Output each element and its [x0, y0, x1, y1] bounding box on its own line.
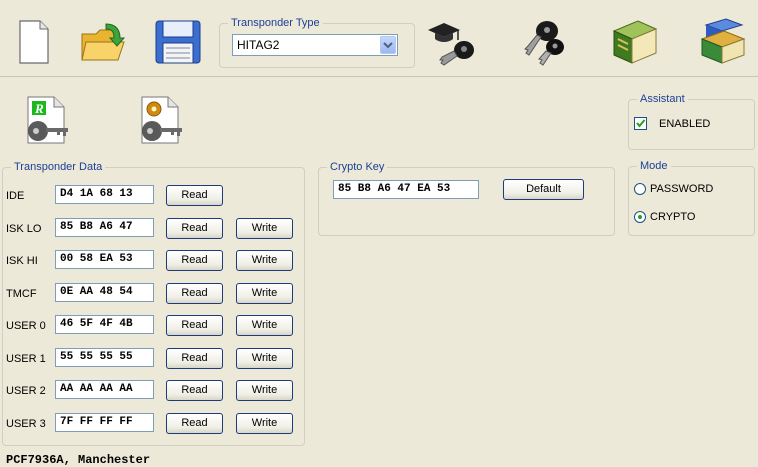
- isk-lo-read-button[interactable]: Read: [166, 218, 223, 239]
- row-label-isk-lo: ISK LO: [6, 223, 42, 235]
- transponder-data-title: Transponder Data: [11, 161, 106, 174]
- crypto-key-field[interactable]: 85 B8 A6 47 EA 53: [333, 180, 479, 199]
- user-0-write-button[interactable]: Write: [236, 315, 293, 336]
- isk-lo-write-button[interactable]: Write: [236, 218, 293, 239]
- ide-field[interactable]: D4 1A 68 13: [55, 185, 154, 204]
- assistant-enabled-checkbox[interactable]: [634, 117, 647, 130]
- transponder-type-value: HITAG2: [237, 38, 280, 52]
- row-label-ide: IDE: [6, 190, 25, 202]
- user-0-read-button[interactable]: Read: [166, 315, 223, 336]
- mode-password-label: PASSWORD: [650, 183, 714, 195]
- row-label-user-3: USER 3: [6, 418, 46, 430]
- tmcf-write-button[interactable]: Write: [236, 283, 293, 304]
- mode-crypto-radio[interactable]: [634, 211, 646, 223]
- isk-lo-field[interactable]: 85 B8 A6 47: [55, 218, 154, 237]
- user-3-field[interactable]: 7F FF FF FF: [55, 413, 154, 432]
- tmcf-field[interactable]: 0E AA 48 54: [55, 283, 154, 302]
- chevron-down-icon[interactable]: [380, 36, 396, 54]
- status-text: PCF7936A, Manchester: [6, 453, 151, 467]
- car-keys-icon[interactable]: [517, 17, 567, 67]
- isk-hi-write-button[interactable]: Write: [236, 250, 293, 271]
- mode-password-radio[interactable]: [634, 183, 646, 195]
- user-2-read-button[interactable]: Read: [166, 380, 223, 401]
- row-label-user-0: USER 0: [6, 320, 46, 332]
- toolbar: Transponder Type HITAG2: [0, 0, 758, 77]
- isk-hi-read-button[interactable]: Read: [166, 250, 223, 271]
- save-disk-icon[interactable]: [154, 19, 202, 65]
- new-file-icon[interactable]: [18, 19, 50, 65]
- mode-title: Mode: [637, 160, 671, 173]
- row-label-user-1: USER 1: [6, 353, 46, 365]
- graduation-key-icon[interactable]: [426, 18, 478, 68]
- settings-key-file-icon[interactable]: [136, 95, 186, 147]
- open-folder-icon[interactable]: [80, 20, 128, 64]
- mode-crypto-label: CRYPTO: [650, 211, 696, 223]
- read-key-file-icon[interactable]: R: [22, 95, 72, 147]
- user-2-write-button[interactable]: Write: [236, 380, 293, 401]
- assistant-title: Assistant: [637, 93, 688, 106]
- user-2-field[interactable]: AA AA AA AA: [55, 380, 154, 399]
- ide-read-button[interactable]: Read: [166, 185, 223, 206]
- mode-group: Mode: [628, 160, 755, 236]
- transponder-type-select[interactable]: HITAG2: [232, 34, 398, 56]
- svg-text:R: R: [34, 101, 44, 116]
- row-label-isk-hi: ISK HI: [6, 255, 38, 267]
- book-icon[interactable]: [608, 17, 660, 67]
- user-3-read-button[interactable]: Read: [166, 413, 223, 434]
- user-1-write-button[interactable]: Write: [236, 348, 293, 369]
- tmcf-read-button[interactable]: Read: [166, 283, 223, 304]
- user-1-read-button[interactable]: Read: [166, 348, 223, 369]
- books-icon[interactable]: [698, 17, 750, 67]
- row-label-user-2: USER 2: [6, 385, 46, 397]
- transponder-data-group: Transponder Data: [2, 161, 305, 446]
- transponder-type-label: Transponder Type: [228, 17, 323, 30]
- default-button[interactable]: Default: [503, 179, 584, 200]
- crypto-key-group: Crypto Key: [318, 161, 615, 236]
- crypto-key-title: Crypto Key: [327, 161, 388, 174]
- user-0-field[interactable]: 46 5F 4F 4B: [55, 315, 154, 334]
- user-1-field[interactable]: 55 55 55 55: [55, 348, 154, 367]
- isk-hi-field[interactable]: 00 58 EA 53: [55, 250, 154, 269]
- row-label-tmcf: TMCF: [6, 288, 37, 300]
- assistant-enabled-label: ENABLED: [659, 118, 711, 130]
- user-3-write-button[interactable]: Write: [236, 413, 293, 434]
